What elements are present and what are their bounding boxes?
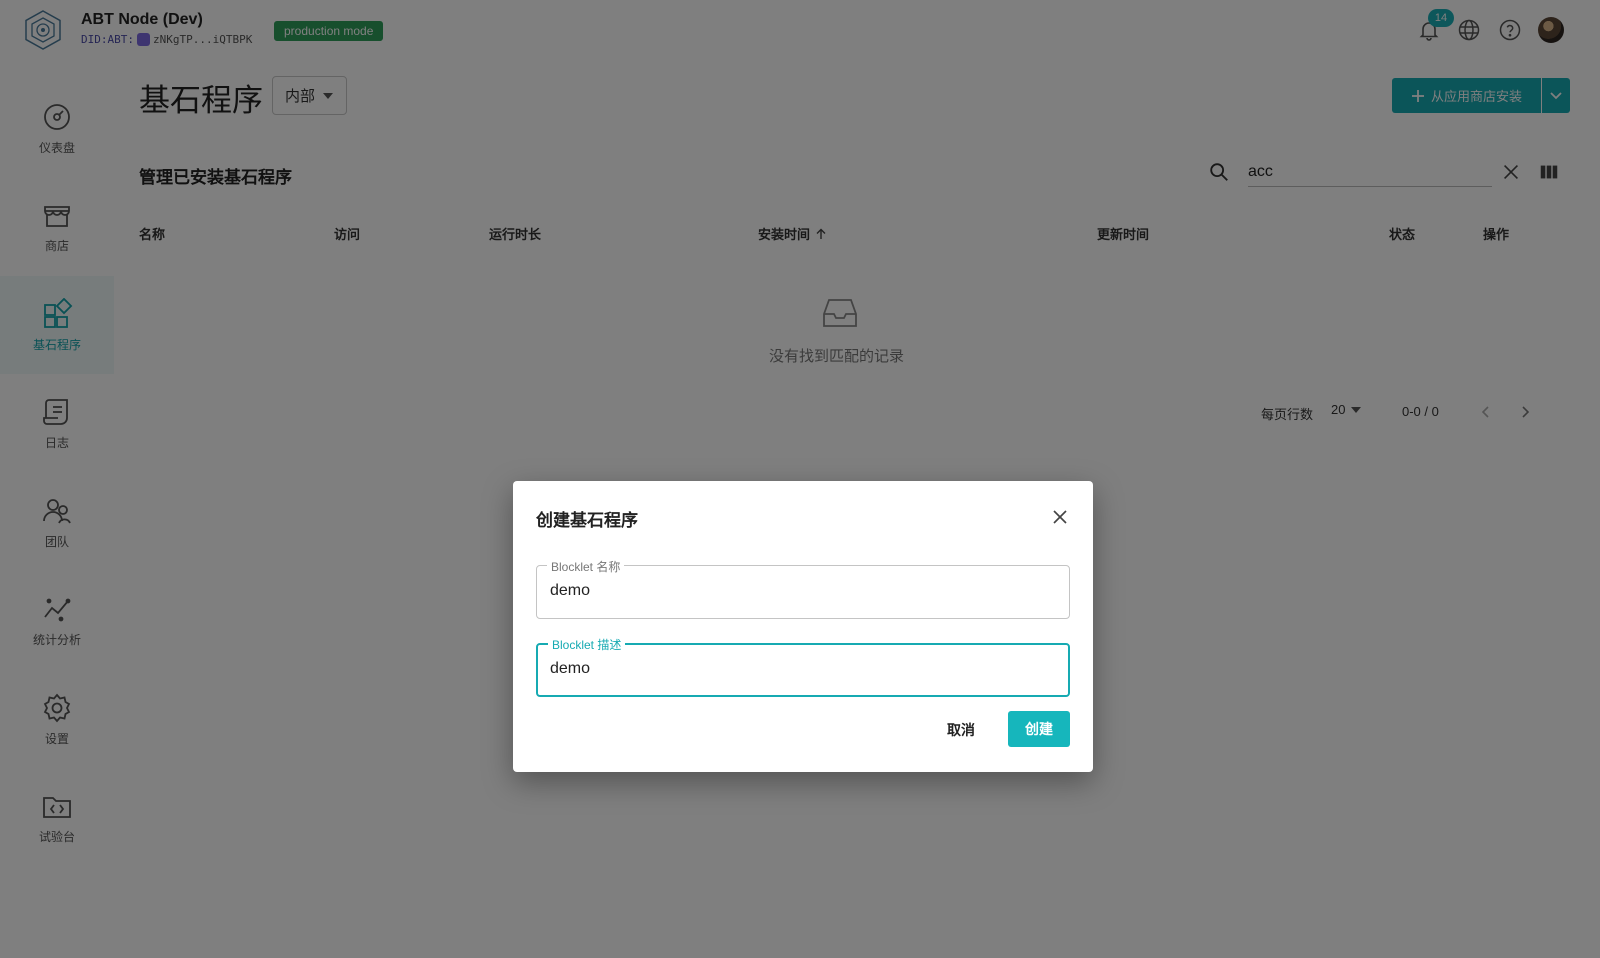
cancel-button[interactable]: 取消 xyxy=(947,720,975,740)
blocklet-description-label: Blocklet 描述 xyxy=(548,636,626,653)
blocklet-name-label: Blocklet 名称 xyxy=(547,558,625,575)
modal-backdrop[interactable] xyxy=(0,0,1600,958)
create-blocklet-dialog: 创建基石程序 Blocklet 名称 Blocklet 描述 取消 创建 xyxy=(513,481,1093,772)
blocklet-name-input[interactable] xyxy=(550,582,1050,600)
dialog-title: 创建基石程序 xyxy=(536,511,638,530)
close-icon[interactable] xyxy=(1049,506,1071,528)
blocklet-name-field[interactable]: Blocklet 名称 xyxy=(536,558,1070,619)
blocklet-description-input[interactable] xyxy=(550,660,1050,678)
blocklet-description-field[interactable]: Blocklet 描述 xyxy=(536,636,1070,697)
create-button[interactable]: 创建 xyxy=(1008,711,1070,747)
